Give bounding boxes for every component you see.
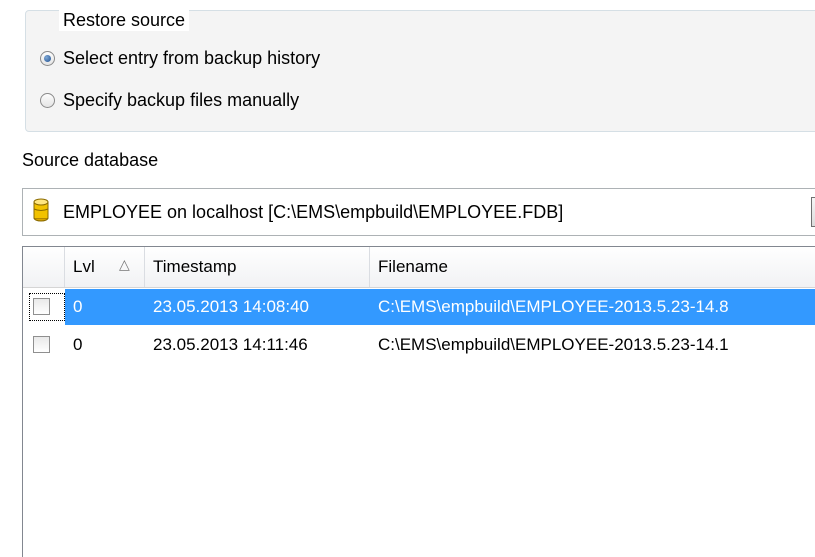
column-header-label: Lvl <box>73 257 95 276</box>
column-header-timestamp[interactable]: Timestamp <box>145 247 370 287</box>
header-checkbox-column <box>23 247 65 287</box>
database-icon <box>33 198 49 227</box>
dropdown-button[interactable] <box>811 197 815 227</box>
cell-filename: C:\EMS\empbuild\EMPLOYEE-2013.5.23-14.8 <box>378 297 729 316</box>
source-database-label: Source database <box>22 150 159 170</box>
column-header-filename[interactable]: Filename <box>370 247 815 287</box>
focus-rectangle <box>29 293 65 321</box>
combobox-value: EMPLOYEE on localhost [C:\EMS\empbuild\E… <box>63 201 564 222</box>
cell-timestamp: 23.05.2013 14:08:40 <box>153 297 309 316</box>
row-checkbox[interactable] <box>33 336 50 353</box>
column-header-label: Filename <box>378 257 448 276</box>
cell-lvl: 0 <box>73 297 83 316</box>
cell-filename: C:\EMS\empbuild\EMPLOYEE-2013.5.23-14.1 <box>378 335 729 354</box>
cell-lvl: 0 <box>73 335 83 354</box>
table-row[interactable]: 0 23.05.2013 14:11:46 C:\EMS\empbuild\EM… <box>23 327 815 363</box>
radio-label: Select entry from backup history <box>63 48 321 68</box>
cell-timestamp: 23.05.2013 14:11:46 <box>153 335 308 354</box>
column-header-lvl[interactable]: Lvl <box>65 247 145 287</box>
radio-button-icon[interactable] <box>40 51 55 66</box>
sort-ascending-icon: △ <box>119 256 130 272</box>
source-database-combobox[interactable]: EMPLOYEE on localhost [C:\EMS\empbuild\E… <box>22 188 815 236</box>
backup-history-grid[interactable]: Lvl △ Timestamp Filename 0 23.05.2013 14… <box>22 246 815 557</box>
radio-select-from-history[interactable]: Select entry from backup history <box>40 48 320 69</box>
restore-source-caption: Restore source <box>59 10 190 31</box>
radio-label: Specify backup files manually <box>63 90 300 110</box>
grid-header: Lvl △ Timestamp Filename <box>23 247 815 288</box>
radio-specify-manually[interactable]: Specify backup files manually <box>40 90 299 111</box>
column-header-label: Timestamp <box>153 257 237 276</box>
radio-button-icon[interactable] <box>40 93 55 108</box>
table-row[interactable]: 0 23.05.2013 14:08:40 C:\EMS\empbuild\EM… <box>23 289 815 325</box>
